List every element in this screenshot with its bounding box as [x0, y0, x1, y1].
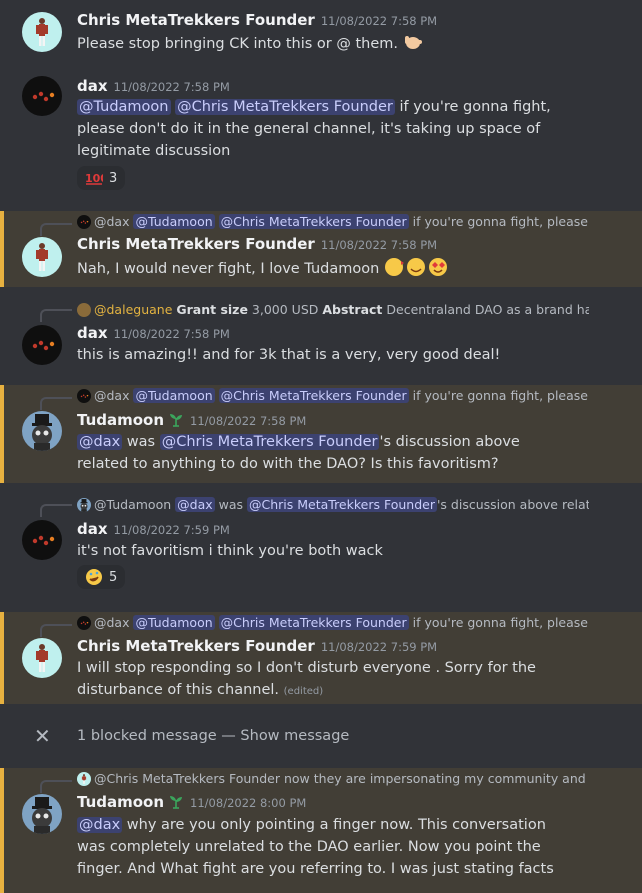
reply-preview[interactable]: @Chris MetaTrekkers Founder now they are…	[77, 771, 589, 786]
message-text: Nah, I would never fight, I love Tudamoo…	[77, 261, 380, 277]
message-content: Please stop bringing CK into this or @ t…	[77, 33, 557, 55]
svg-text:100: 100	[85, 172, 103, 185]
author-name[interactable]: dax	[77, 520, 108, 538]
message-1: Chris MetaTrekkers Founder 11/08/2022 7:5…	[0, 0, 642, 62]
sprout-icon	[168, 411, 184, 427]
avatar[interactable]	[22, 76, 62, 116]
reaction-count: 3	[109, 170, 118, 186]
close-icon[interactable]: ✕	[34, 724, 51, 748]
avatar[interactable]	[22, 325, 62, 365]
sprout-icon	[168, 793, 184, 809]
mention[interactable]: @Chris MetaTrekkers Founder	[159, 434, 380, 450]
reaction-count: 5	[109, 569, 118, 585]
message-5: @dax @Tudamoon @Chris MetaTrekkers Found…	[0, 385, 642, 483]
edited-label: (edited)	[283, 686, 324, 697]
call-me-hand-emoji	[403, 33, 423, 55]
avatar[interactable]	[22, 638, 62, 678]
message-2: dax 11/08/2022 7:58 PM @Tudamoon @Chris M…	[0, 62, 642, 202]
timestamp: 11/08/2022 7:58 PM	[113, 80, 230, 94]
timestamp: 11/08/2022 7:59 PM	[113, 523, 230, 537]
message-text: it's not favoritism i think you're both …	[77, 543, 383, 559]
reply-preview[interactable]: @Tudamoon @dax was @Chris MetaTrekkers F…	[77, 497, 589, 512]
author-name[interactable]: Chris MetaTrekkers Founder	[77, 235, 315, 253]
timestamp: 11/08/2022 7:58 PM	[190, 414, 307, 428]
message-content: this is amazing!! and for 3k that is a v…	[77, 344, 557, 366]
timestamp: 11/08/2022 7:58 PM	[320, 14, 438, 28]
author-name[interactable]: Tudamoon	[77, 411, 164, 429]
avatar[interactable]	[22, 794, 62, 834]
mention[interactable]: @dax	[77, 817, 123, 833]
rolling-on-floor-laughing-emoji	[86, 569, 102, 585]
message-8: @Chris MetaTrekkers Founder now they are…	[0, 768, 642, 893]
hundred-points-emoji: 100	[85, 172, 103, 185]
timestamp: 11/08/2022 8:00 PM	[190, 796, 307, 810]
author-name[interactable]: dax	[77, 324, 108, 342]
avatar[interactable]	[22, 12, 62, 52]
mention[interactable]: @Tudamoon	[77, 99, 171, 115]
avatar[interactable]	[22, 520, 62, 560]
author-name[interactable]: Tudamoon	[77, 793, 164, 811]
message-7: @dax @Tudamoon @Chris MetaTrekkers Found…	[0, 612, 642, 704]
avatar[interactable]	[22, 411, 62, 451]
message-content: it's not favoritism i think you're both …	[77, 540, 557, 562]
mention[interactable]: @Chris MetaTrekkers Founder	[175, 99, 395, 115]
message-text: why are you only pointing a finger now. …	[77, 817, 554, 877]
mention[interactable]: @dax	[77, 434, 123, 450]
reply-preview[interactable]: @dax @Tudamoon @Chris MetaTrekkers Found…	[77, 214, 589, 229]
show-message-link[interactable]: Show message	[240, 728, 349, 744]
message-6: @Tudamoon @dax was @Chris MetaTrekkers F…	[0, 492, 642, 602]
timestamp: 11/08/2022 7:58 PM	[320, 238, 438, 252]
author-name[interactable]: dax	[77, 77, 108, 95]
message-content: I will stop responding so I don't distur…	[77, 657, 557, 703]
author-name[interactable]: Chris MetaTrekkers Founder	[77, 637, 315, 655]
message-content: @Tudamoon @Chris MetaTrekkers Founder if…	[77, 96, 557, 162]
reaction-hundred[interactable]: 100 3	[77, 166, 126, 190]
message-content: @dax was @Chris MetaTrekkers Founder's d…	[77, 434, 520, 472]
message-content: Nah, I would never fight, I love Tudamoo…	[77, 257, 557, 280]
message-3: @dax @Tudamoon @Chris MetaTrekkers Found…	[0, 211, 642, 287]
blocked-message-text: 1 blocked message — Show message	[77, 728, 350, 744]
timestamp: 11/08/2022 7:58 PM	[113, 327, 230, 341]
reaction-rofl[interactable]: 5	[77, 565, 126, 589]
message-text: this is amazing!! and for 3k that is a v…	[77, 347, 501, 363]
reply-preview[interactable]: @daleguane Grant size 3,000 USD Abstract…	[77, 302, 589, 317]
blocked-message-row: ✕ 1 blocked message — Show message	[0, 706, 642, 766]
message-content: @dax why are you only pointing a finger …	[77, 814, 557, 880]
avatar[interactable]	[22, 237, 62, 277]
message-4: @daleguane Grant size 3,000 USD Abstract…	[0, 297, 642, 371]
author-name[interactable]: Chris MetaTrekkers Founder	[77, 11, 315, 29]
message-text: Please stop bringing CK into this or @ t…	[77, 36, 398, 52]
reply-preview[interactable]: @dax @Tudamoon @Chris MetaTrekkers Found…	[77, 388, 589, 403]
kissing-emojis	[384, 258, 450, 277]
timestamp: 11/08/2022 7:59 PM	[320, 640, 438, 654]
reply-preview[interactable]: @dax @Tudamoon @Chris MetaTrekkers Found…	[77, 615, 589, 630]
